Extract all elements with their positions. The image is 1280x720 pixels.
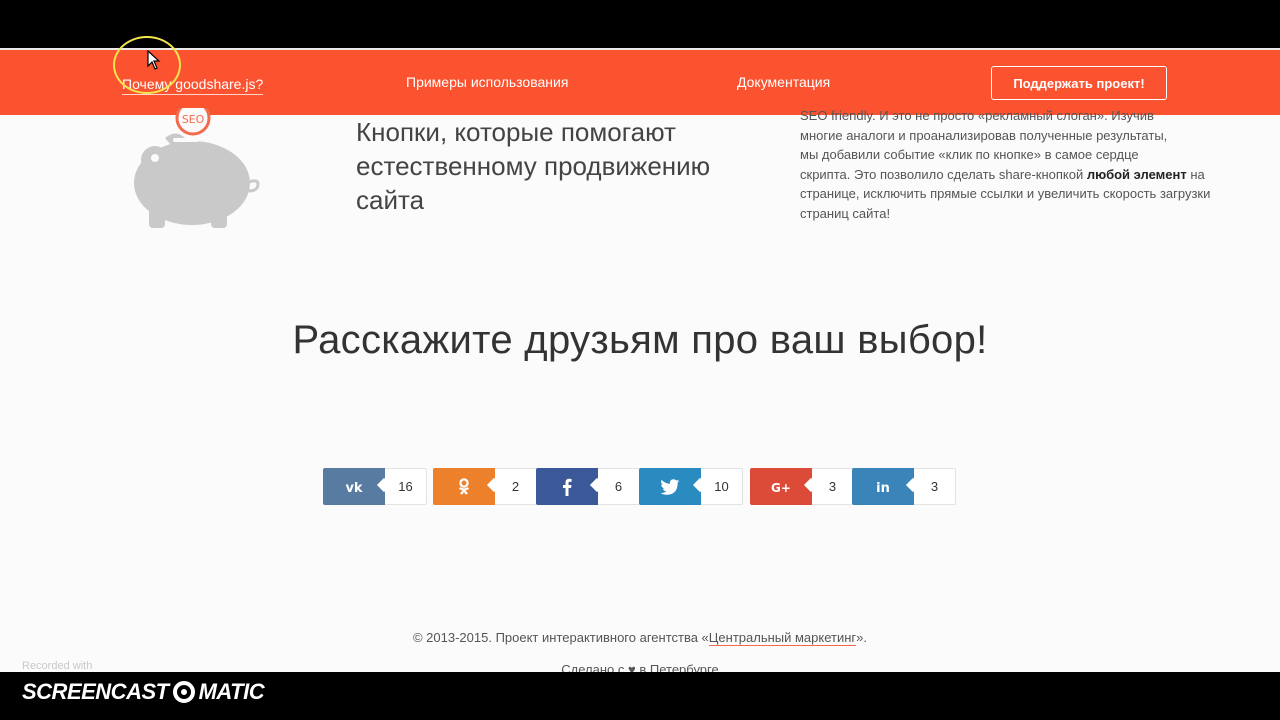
share-count: 10 bbox=[701, 468, 743, 505]
screencast-matic-logo: SCREENCAST MATIC bbox=[22, 678, 265, 706]
brand-text: MATIC bbox=[198, 679, 265, 704]
piggy-bank-icon: SEO bbox=[134, 108, 260, 228]
google-plus-icon: G+ bbox=[750, 468, 812, 505]
share-button-twitter[interactable]: 10 bbox=[639, 468, 743, 505]
share-button-linkedin[interactable]: in 3 bbox=[852, 468, 956, 505]
odnoklassniki-icon bbox=[433, 468, 495, 505]
share-count: 6 bbox=[598, 468, 640, 505]
svg-text:in: in bbox=[876, 481, 890, 494]
linkedin-icon: in bbox=[852, 468, 914, 505]
nav-link-examples[interactable]: Примеры использования bbox=[406, 50, 568, 115]
support-project-button[interactable]: Поддержать проект! bbox=[991, 66, 1167, 100]
share-button-ok[interactable]: 2 bbox=[433, 468, 537, 505]
share-count: 3 bbox=[812, 468, 854, 505]
desc-line: SEO friendly. И это не просто «рекламный… bbox=[800, 108, 1154, 123]
svg-text:vk: vk bbox=[345, 481, 362, 494]
agency-link[interactable]: Центральный маркетинг bbox=[708, 630, 857, 646]
mouse-cursor-icon bbox=[147, 50, 161, 70]
copyright-prefix: © 2013-2015. Проект интерактивного агент… bbox=[412, 630, 709, 645]
feature-headline: Кнопки, которые помогают естественному п… bbox=[356, 117, 711, 215]
share-button-googleplus[interactable]: G+ 3 bbox=[750, 468, 854, 505]
footer-copyright: © 2013-2015. Проект интерактивного агент… bbox=[0, 630, 1280, 646]
share-section-title: Расскажите друзьям про ваш выбор! bbox=[292, 318, 988, 362]
browser-top-bar bbox=[0, 0, 1280, 48]
record-icon bbox=[172, 681, 195, 703]
twitter-icon bbox=[639, 468, 701, 505]
recorded-with-label: Recorded with bbox=[22, 660, 93, 672]
share-button-vk[interactable]: vk 16 bbox=[323, 468, 427, 505]
desc-line: многие аналоги и проанализировав получен… bbox=[800, 127, 1168, 143]
desc-bold-phrase: любой элемент bbox=[1086, 166, 1187, 182]
brand-text: SCREENCAST bbox=[22, 679, 169, 704]
facebook-icon bbox=[536, 468, 598, 505]
share-buttons-row: vk 16 2 6 10 G+ 3 in 3 bbox=[0, 468, 1280, 505]
seo-badge-label: SEO bbox=[182, 113, 205, 126]
vk-icon: vk bbox=[323, 468, 385, 505]
svg-text:G+: G+ bbox=[771, 481, 791, 494]
share-count: 16 bbox=[385, 468, 427, 505]
desc-line: скрипта. Это позволило сделать share-кно… bbox=[800, 166, 1084, 182]
copyright-suffix: ». bbox=[856, 630, 868, 645]
feature-description: SEO friendly. И это не просто «рекламный… bbox=[800, 106, 1220, 223]
share-count: 2 bbox=[495, 468, 537, 505]
share-count: 3 bbox=[914, 468, 956, 505]
share-button-facebook[interactable]: 6 bbox=[536, 468, 640, 505]
desc-line: мы добавили событие «клик по кнопке» в с… bbox=[800, 147, 1139, 162]
